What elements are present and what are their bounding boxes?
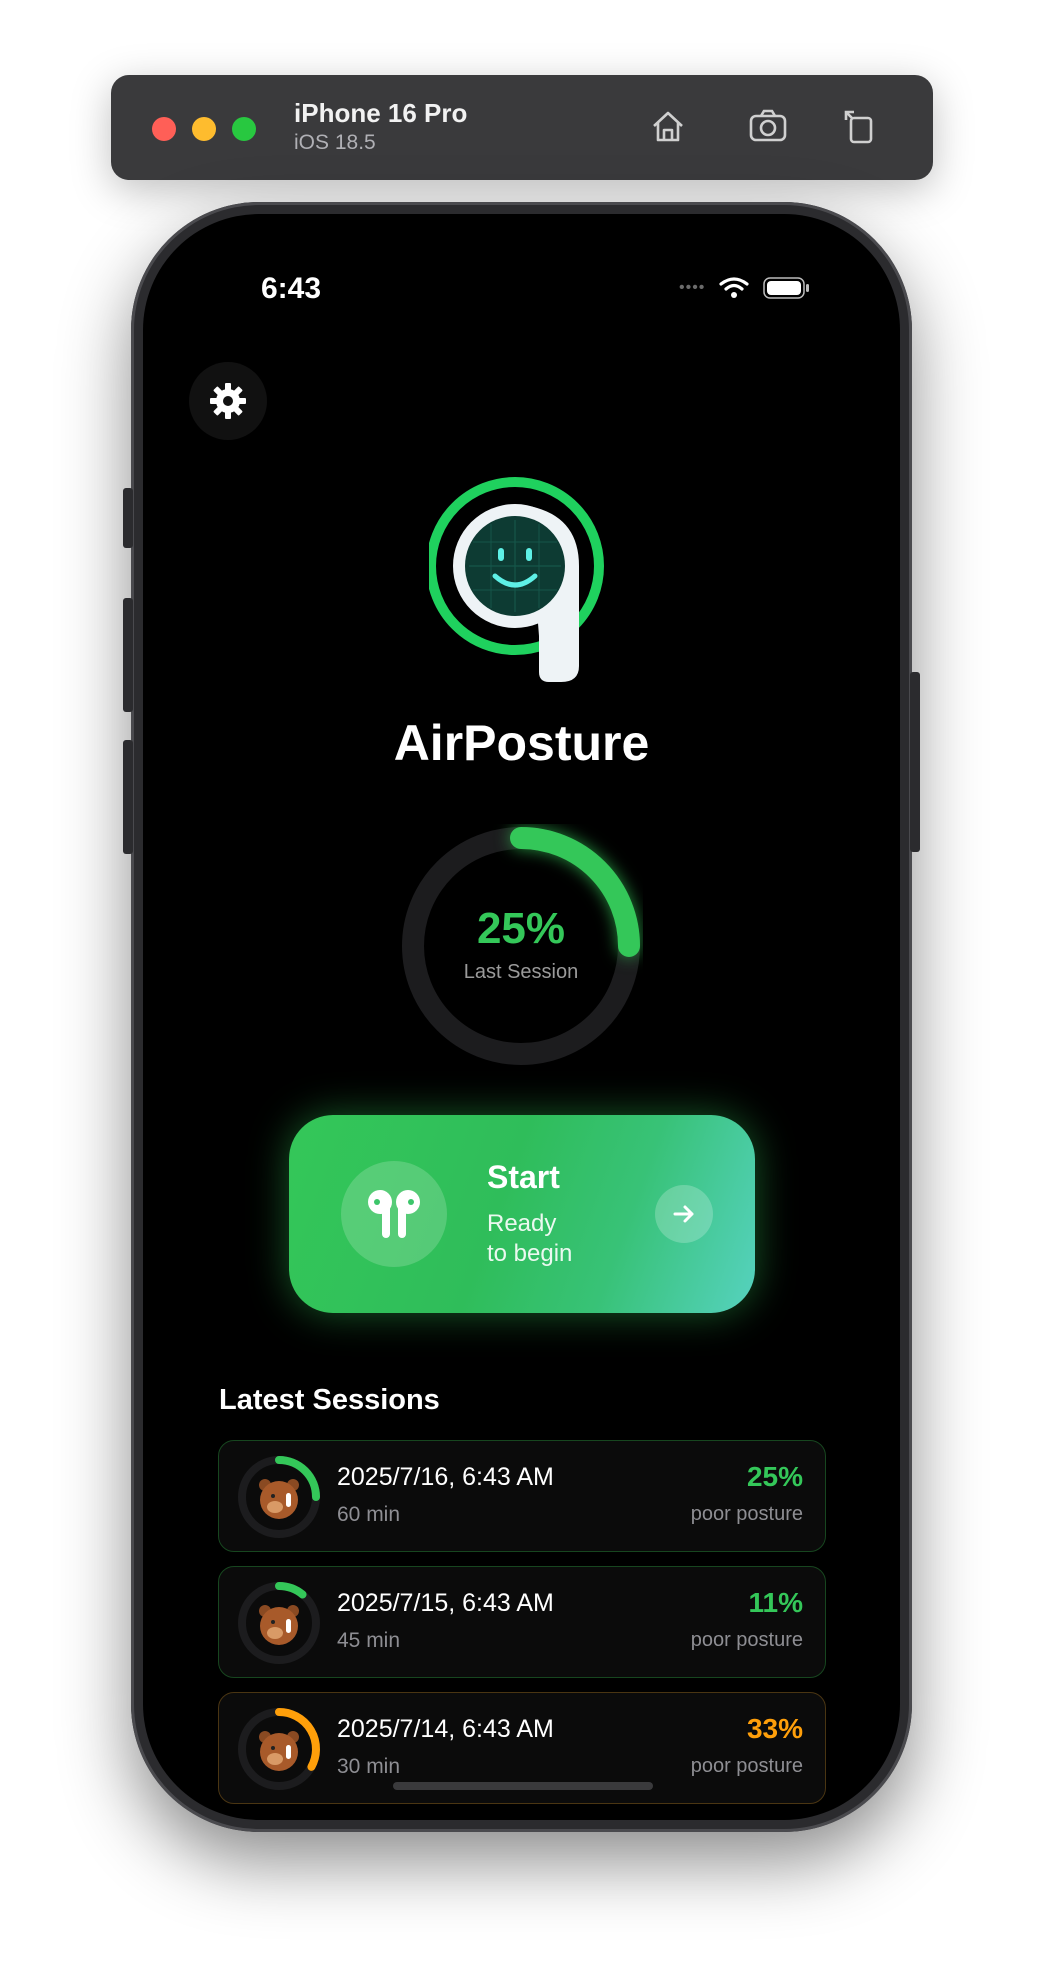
status-indicators: •••• <box>679 276 811 300</box>
session-duration: 30 min <box>337 1755 401 1778</box>
session-duration: 45 min <box>337 1629 401 1652</box>
screenshot-button[interactable] <box>746 104 790 148</box>
camera-icon <box>749 109 787 142</box>
session-progress-ring <box>238 1582 320 1664</box>
app-screen: 6:43 •••• AirPosture 25% Last Session St… <box>143 214 900 1820</box>
session-percent: 25% <box>746 1461 803 1492</box>
start-session-button[interactable]: Start Ready to begin <box>289 1115 755 1313</box>
session-row[interactable]: 2025/7/15, 6:43 AM 45 min 11% poor postu… <box>218 1566 826 1678</box>
session-duration: 60 min <box>337 1503 401 1526</box>
session-percent-label: poor posture <box>690 1503 803 1525</box>
session-percent: 33% <box>746 1713 803 1744</box>
session-percent-label: poor posture <box>690 1755 803 1777</box>
session-progress-ring <box>238 1708 320 1790</box>
session-row[interactable]: 2025/7/16, 6:43 AM 60 min 25% poor postu… <box>218 1440 826 1552</box>
arrow-right-icon <box>673 1205 694 1223</box>
power-button <box>910 672 920 852</box>
minimize-window-button[interactable] <box>192 117 216 141</box>
bear-avatar-icon <box>259 1731 299 1771</box>
session-date: 2025/7/16, 6:43 AM <box>337 1463 554 1491</box>
session-percent: 11% <box>748 1587 804 1618</box>
start-arrow-button[interactable] <box>655 1185 713 1243</box>
rotate-icon <box>844 110 873 144</box>
status-time: 6:43 <box>261 272 322 305</box>
session-progress-arc <box>275 1582 307 1599</box>
session-percent-label: poor posture <box>690 1629 803 1651</box>
latest-sessions-heading: Latest Sessions <box>219 1384 440 1416</box>
volume-down-button <box>123 740 133 854</box>
start-subtitle-line1: Ready <box>487 1210 557 1237</box>
app-logo-icon <box>429 477 604 682</box>
home-indicator[interactable] <box>393 1782 653 1790</box>
home-button[interactable] <box>646 104 690 148</box>
simulator-device-name: iPhone 16 Pro <box>294 98 468 128</box>
session-progress-ring <box>238 1456 320 1538</box>
bear-avatar-icon <box>259 1605 299 1645</box>
airpods-icon <box>368 1190 420 1238</box>
start-title: Start <box>487 1159 560 1195</box>
battery-icon <box>763 277 810 299</box>
zoom-window-button[interactable] <box>232 117 256 141</box>
home-icon <box>653 111 683 142</box>
settings-button[interactable] <box>189 362 267 440</box>
simulator-os-version: iOS 18.5 <box>294 131 376 154</box>
last-session-label: Last Session <box>463 961 579 983</box>
cellular-signal-icon: •••• <box>679 279 706 296</box>
wifi-icon <box>719 277 750 298</box>
close-window-button[interactable] <box>152 117 176 141</box>
session-date: 2025/7/15, 6:43 AM <box>337 1589 554 1617</box>
bear-avatar-icon <box>259 1479 299 1519</box>
start-subtitle: Ready to begin <box>487 1209 627 1269</box>
airpods-icon-badge <box>341 1161 447 1267</box>
action-button <box>123 488 133 548</box>
session-date: 2025/7/14, 6:43 AM <box>337 1715 554 1743</box>
app-title: AirPosture <box>393 715 650 771</box>
start-subtitle-line2: to begin <box>487 1240 573 1267</box>
last-session-percent: 25% <box>476 904 566 953</box>
volume-up-button <box>123 598 133 712</box>
gear-icon <box>210 383 246 419</box>
rotate-button[interactable] <box>838 104 882 148</box>
